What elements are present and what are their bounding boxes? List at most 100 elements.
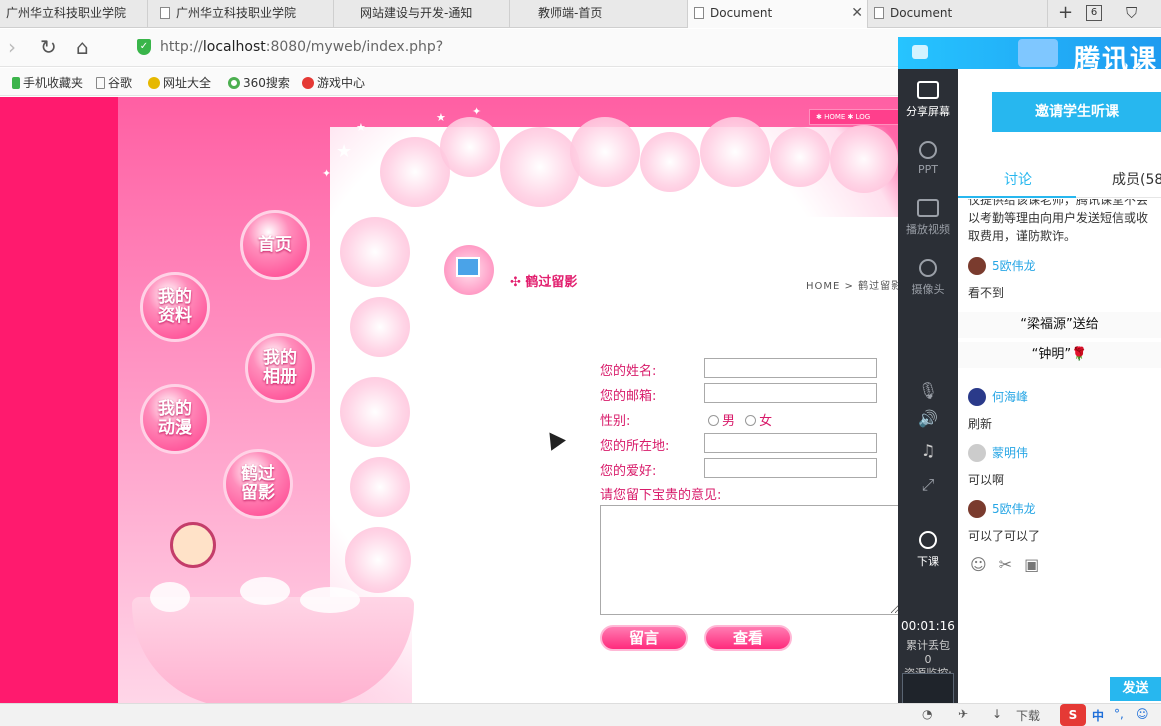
female-label: 女 [759, 414, 773, 429]
bookmark-mobile[interactable]: 手机收藏夹 [12, 74, 83, 91]
nav-profile[interactable]: 我的 资料 [140, 272, 210, 342]
bookmark-google[interactable]: 谷歌 [96, 74, 132, 91]
video-icon [917, 199, 939, 217]
new-tab-icon[interactable]: + [1058, 2, 1073, 23]
submit-button[interactable]: 留言 [600, 625, 688, 651]
nav-album[interactable]: 我的 相册 [245, 333, 315, 403]
top-nav[interactable]: ✱ HOME ✱ LOG [809, 109, 898, 125]
pie-chart-icon [919, 141, 937, 159]
panel-header: 腾讯课 [898, 37, 1161, 69]
download-icon[interactable]: ↓ [992, 707, 1002, 721]
bookmark-directory[interactable]: 网址大全 [148, 74, 211, 91]
music-icon: ♫ [920, 441, 936, 460]
active-tab-indicator [958, 196, 1076, 198]
microphone-button[interactable]: 🎙 [898, 379, 958, 403]
nav-anime[interactable]: 我的 动漫 [140, 384, 210, 454]
name-input[interactable] [704, 358, 877, 378]
message-user: 5欧伟龙 [968, 256, 1036, 276]
url-field[interactable]: http://localhost:8080/myweb/index.php? [160, 39, 443, 55]
nav-home[interactable]: 首页 [240, 210, 310, 280]
tab-school-2[interactable]: 广州华立科技职业学院 [154, 0, 334, 28]
tab-teacher[interactable]: 教师端-首页 [510, 0, 688, 28]
ime-mode[interactable]: 中 [1092, 707, 1104, 724]
tab-label: 广州华立科技职业学院 [176, 6, 297, 20]
fullscreen-button[interactable]: ⤢ [898, 473, 958, 497]
bookmark-360search[interactable]: 360搜索 [228, 74, 290, 91]
chat-tabs: 讨论 成员(58) [958, 164, 1161, 198]
tab-document[interactable]: Document [868, 0, 1048, 28]
email-input[interactable] [704, 383, 877, 403]
ppt-button[interactable]: PPT [898, 141, 958, 176]
gift-notice-line1: “梁福源”送给 [958, 312, 1161, 338]
star-decoration: ★ [356, 121, 366, 134]
speed-icon[interactable]: ◔ [922, 707, 932, 721]
male-label: 男 [722, 414, 736, 429]
view-button[interactable]: 查看 [704, 625, 792, 651]
flower-decoration [350, 457, 410, 517]
send-button[interactable]: 发送 [1110, 677, 1161, 701]
emoji-icon[interactable]: ☺ [1136, 707, 1149, 721]
invite-students-button[interactable]: 邀请学生听课 [992, 92, 1161, 132]
star-decoration: ★ [436, 111, 446, 124]
page-icon [96, 77, 105, 89]
tab-school-1[interactable]: 广州华立科技职业学院 [0, 0, 148, 28]
flower-decoration [770, 127, 830, 187]
tab-discuss[interactable]: 讨论 [1004, 169, 1032, 189]
sogou-ime-icon[interactable]: S [1060, 704, 1086, 726]
flower-decoration [830, 125, 898, 193]
download-label[interactable]: 下载 [1016, 707, 1040, 724]
page-icon [874, 7, 884, 19]
play-logo-icon [1018, 39, 1058, 67]
bubble-decoration [240, 577, 290, 605]
brand-logo: 腾讯课 [1074, 45, 1159, 69]
home-icon[interactable]: ⌂ [76, 35, 89, 59]
hobby-input[interactable] [704, 458, 877, 478]
name-label: 您的姓名: [600, 364, 657, 379]
close-icon[interactable]: ✕ [851, 0, 863, 26]
male-radio[interactable] [708, 415, 719, 426]
chat-panel: 邀请学生听课 讨论 成员(58) 仅提供给该课老师，腾讯课堂不会以考勤等理由向用… [958, 69, 1161, 703]
play-video-button[interactable]: 播放视频 [898, 199, 958, 237]
image-icon[interactable]: ▣ [1024, 555, 1051, 574]
end-class-button[interactable]: 下课 [898, 531, 958, 569]
avatar [968, 257, 986, 275]
female-radio[interactable] [745, 415, 757, 426]
message-text: 刷新 [968, 417, 993, 431]
flower-decoration [640, 132, 700, 192]
music-button[interactable]: ♫ [898, 439, 958, 463]
tab-bar: 广州华立科技职业学院 广州华立科技职业学院 网站建设与开发-通知 教师端-首页 … [0, 0, 1161, 28]
flower-decoration [340, 377, 410, 447]
camera-button[interactable]: 摄像头 [898, 259, 958, 297]
tab-label: 网站建设与开发-通知 [360, 6, 473, 20]
bookmark-games[interactable]: 游戏中心 [302, 74, 365, 91]
app-icon [912, 45, 928, 59]
page-icon [160, 7, 170, 19]
avatar [968, 500, 986, 518]
tab-members[interactable]: 成员(58) [1112, 169, 1161, 189]
tab-label: Document [890, 6, 953, 20]
shield-icon: ✓ [137, 39, 151, 55]
comment-textarea[interactable] [600, 505, 898, 615]
speaker-button[interactable]: 🔊 [898, 407, 958, 431]
power-icon [919, 531, 937, 549]
flower-decoration [350, 297, 410, 357]
message-text: 可以啊 [968, 473, 1005, 487]
microphone-icon: 🎙 [917, 381, 939, 400]
shirt-icon[interactable]: ⛉ [1126, 4, 1137, 22]
tab-notice[interactable]: 网站建设与开发-通知 [334, 0, 510, 28]
scissors-icon[interactable]: ✂ [999, 555, 1024, 574]
reload-icon[interactable]: ↻ [40, 35, 57, 59]
tab-document-active[interactable]: Document ✕ [688, 0, 868, 28]
gender-label: 性别: [600, 414, 631, 429]
nav-guestbook[interactable]: 鹤过 留影 [223, 449, 293, 519]
punctuation-icon[interactable]: °, [1114, 707, 1124, 721]
location-input[interactable] [704, 433, 877, 453]
forward-icon[interactable]: › [8, 35, 16, 59]
search-360-icon [228, 77, 240, 89]
share-screen-button[interactable]: 分享屏幕 [898, 81, 958, 119]
flower-decoration [700, 117, 770, 187]
tab-count-badge[interactable]: 6 [1086, 5, 1102, 21]
left-band [0, 97, 118, 703]
emoji-icon[interactable]: ☺ [970, 555, 999, 574]
rocket-icon[interactable]: ✈ [958, 707, 968, 721]
